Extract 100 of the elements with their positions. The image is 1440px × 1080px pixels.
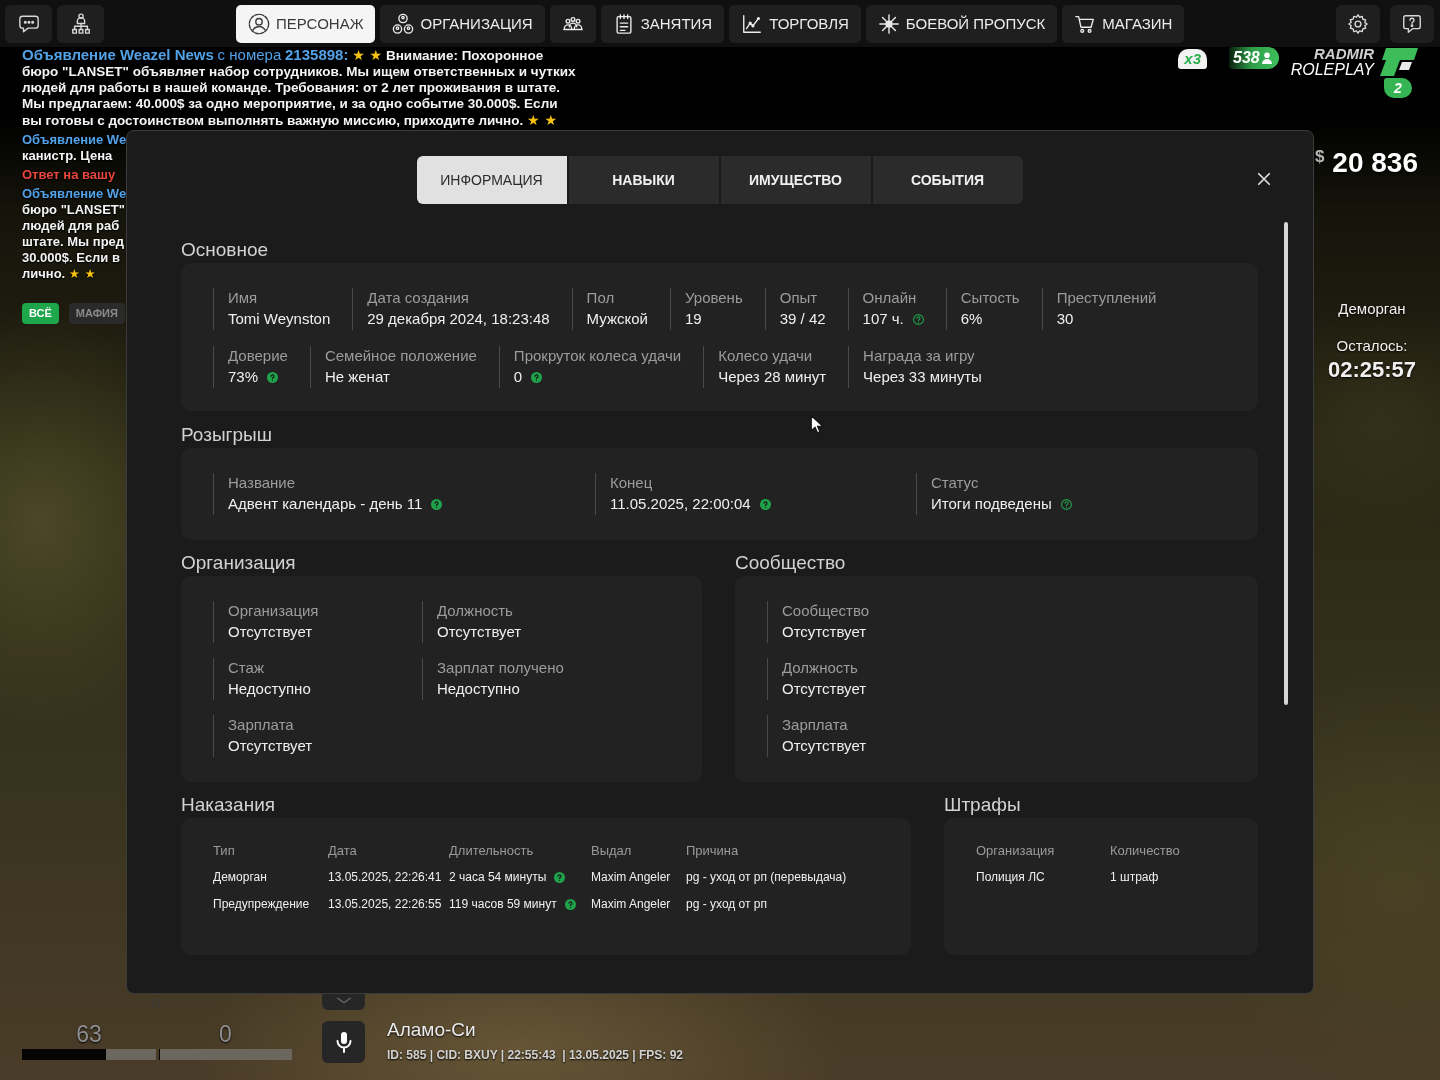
field-label: Должность <box>782 658 858 678</box>
server-badge: 2 <box>1384 78 1412 98</box>
field-label: Прокруток колеса удачи <box>513 346 682 366</box>
column-header: Причина <box>686 842 739 859</box>
section-title: Основное <box>181 238 269 262</box>
table-cell: Maxim Angeler <box>591 869 671 886</box>
field-value: 107 ч. <box>862 309 904 329</box>
org-chart-icon <box>69 12 92 35</box>
nav-tab[interactable]: БОЕВОЙ ПРОПУСК <box>865 4 1058 43</box>
field-value: Отсутствует <box>782 622 867 642</box>
timer-label: Осталось: <box>1335 337 1409 355</box>
online-count: 538 <box>1233 49 1260 67</box>
help-icon <box>431 498 443 510</box>
field-value: Tomi Weynston <box>228 309 331 329</box>
field-label: Статус <box>931 473 979 493</box>
section-title: Розыгрыш <box>181 423 272 447</box>
section-title: Штрафы <box>944 793 1021 817</box>
table-cell: Maxim Angeler <box>591 896 671 913</box>
nav-tab[interactable]: ПЕРСОНАЖ <box>236 4 376 43</box>
column-header: Выдал <box>591 842 632 859</box>
field-label: Зарплат получено <box>437 658 564 678</box>
nav-tab[interactable] <box>549 4 596 43</box>
field-label: Пол <box>586 288 615 308</box>
stat-value: 63 <box>76 1021 102 1047</box>
nav-tab[interactable]: ОРГАНИЗАЦИЯ <box>380 4 545 43</box>
people-icon <box>392 12 415 35</box>
close-icon <box>1257 172 1271 186</box>
nav-tab[interactable]: МАГАЗИН <box>1062 4 1185 43</box>
field-label: Зарплата <box>782 715 848 735</box>
help-button[interactable] <box>1390 4 1434 43</box>
org-chart-button[interactable] <box>57 4 104 43</box>
settings-icon <box>1347 12 1369 35</box>
table-cell: Полиция ЛС <box>976 869 1045 886</box>
nav-tab[interactable]: ТОРГОВЛЯ <box>729 4 861 43</box>
chat-message: Объявление We канистр. Цена <box>22 132 127 164</box>
table-cell: 2 часа 54 минуты <box>449 869 547 886</box>
field-value: Итоги подведены <box>931 494 1052 514</box>
close-button[interactable] <box>1257 172 1271 186</box>
help-icon <box>912 313 924 325</box>
help-icon <box>564 899 576 910</box>
field-value: 11.05.2025, 22:00:04 <box>610 494 751 514</box>
tab[interactable]: СОБЫТИЯ <box>872 156 1023 204</box>
help-icon <box>759 498 771 510</box>
chat-message: Объявление Weazel News с номера 2135898: ★ ★ Внимание: Похоронное бюро "LANSET" объявляет набор сотрудников. Мы ищем ответственных и чутких людей для работы в нашей команде. Требования: от 2 лет проживания в штате. Мы предлагаем: 40.000$ за одно мероприятие, и за одно событие 30.000$. Если вы готовы с достоинством выполнять важную миссию, приходите лично. ★ ★ <box>22 47 577 129</box>
section-title: Наказания <box>181 793 276 817</box>
brand-name: RADMIR <box>1314 47 1374 61</box>
field-value: Через 28 минут <box>718 367 827 387</box>
scrollbar-thumb[interactable] <box>1284 222 1288 705</box>
column-header: Тип <box>213 842 235 859</box>
person-icon <box>1261 52 1272 64</box>
help-icon <box>1060 498 1072 510</box>
session-info: ID: 585 | CID: BXUY | 22:55:43 | 13.05.2025 | FPS: 92 <box>387 1047 683 1063</box>
currency-symbol: $ <box>1314 146 1325 168</box>
help-icon <box>267 371 279 383</box>
money-amount: 20 836 <box>1332 146 1418 180</box>
tab[interactable]: ИНФОРМАЦИЯ <box>416 156 567 204</box>
field-value: 29 декабря 2024, 18:23:48 <box>367 309 550 329</box>
tab[interactable]: НАВЫКИ <box>568 156 719 204</box>
section-title: Организация <box>181 551 296 575</box>
field-label: Дата создания <box>367 288 469 308</box>
field-label: Онлайн <box>862 288 917 308</box>
table-cell: 13.05.2025, 22:26:55 <box>328 896 442 913</box>
field-label: Сообщество <box>782 601 870 621</box>
table-cell: 1 штраф <box>1110 869 1159 886</box>
chart-icon <box>741 12 764 35</box>
field-value: Не женат <box>324 367 390 387</box>
chat-button[interactable] <box>5 4 52 43</box>
brand-tagline: ROLEPLAY <box>1290 61 1374 78</box>
field-label: Уровень <box>684 288 743 308</box>
field-value: 30 <box>1056 309 1074 329</box>
cursor-icon <box>810 414 824 435</box>
stat-value: 0 <box>219 1021 232 1047</box>
field-label: Доверие <box>228 346 288 366</box>
chat-filter-tab[interactable]: МАФИЯ <box>68 303 125 324</box>
field-label: Организация <box>228 601 319 621</box>
help-icon <box>531 371 543 383</box>
help-icon <box>554 872 566 883</box>
chat-message: Объявление We бюро "LANSET" людей для раб штате. Мы пред 30.000$. Если в лично. ★ ★ <box>22 186 127 282</box>
field-value: Недоступно <box>437 679 520 699</box>
field-label: Имя <box>228 288 258 308</box>
field-value: Отсутствует <box>782 736 867 756</box>
column-header: Дата <box>328 842 357 859</box>
section-title: Сообщество <box>735 551 846 575</box>
field-value: Адвент календарь - день 11 <box>228 494 423 514</box>
table-cell: pg - уход от рп <box>686 896 768 913</box>
timer-title: Деморган <box>1337 300 1407 318</box>
field-label: Должность <box>437 601 513 621</box>
field-value: Отсутствует <box>228 622 313 642</box>
chat-message: Ответ на вашу <box>22 167 116 183</box>
field-label: Колесо удачи <box>718 346 813 366</box>
settings-button[interactable] <box>1336 4 1380 43</box>
microphone-button[interactable] <box>322 1021 365 1063</box>
field-value: Отсутствует <box>437 622 522 642</box>
field-label: Зарплата <box>228 715 294 735</box>
field-value: Отсутствует <box>782 679 867 699</box>
table-cell: 119 часов 59 минут <box>449 896 557 913</box>
nav-tab[interactable]: ЗАНЯТИЯ <box>600 4 725 43</box>
field-value: Отсутствует <box>228 736 313 756</box>
table-cell: Деморган <box>213 869 267 886</box>
tab[interactable]: ИМУЩЕСТВО <box>720 156 871 204</box>
